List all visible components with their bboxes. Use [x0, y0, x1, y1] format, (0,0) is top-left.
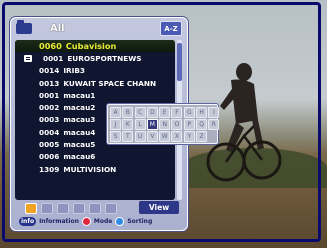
channel-name: macau5 [63, 140, 96, 150]
list-title: All [50, 22, 65, 34]
key-a[interactable]: A [110, 107, 121, 118]
key-v[interactable]: V [146, 131, 158, 142]
channel-row[interactable]: 0014 IRIB3 [15, 65, 175, 77]
key-y[interactable]: Y [183, 131, 195, 142]
key-j[interactable]: J [110, 119, 121, 130]
channel-number: 0013 [39, 78, 60, 88]
channel-number: 0014 [39, 66, 60, 76]
channel-name: macau1 [63, 90, 96, 100]
key-t[interactable]: T [122, 131, 134, 142]
channel-name: macau6 [63, 152, 96, 162]
key-b[interactable]: B [122, 107, 134, 118]
channel-number: 0003 [39, 115, 60, 125]
key-w[interactable]: W [159, 131, 171, 142]
key-x[interactable]: X [171, 131, 183, 142]
key-n[interactable]: N [159, 119, 171, 130]
sort-az-button[interactable]: A-Z [160, 21, 182, 36]
channel-name: MULTIVISION [63, 164, 117, 174]
channel-number: 0001 [39, 90, 60, 100]
lock-icon [24, 55, 32, 63]
channel-number: 1309 [39, 164, 60, 174]
key-f[interactable]: F [171, 107, 183, 118]
info-label: Information [39, 217, 79, 225]
channel-number: 0005 [39, 140, 60, 150]
scrollbar-thumb[interactable] [177, 43, 182, 81]
key-p[interactable]: P [183, 119, 195, 130]
key-q[interactable]: Q [196, 119, 208, 130]
channel-row[interactable]: 0001 macau1 [15, 89, 175, 101]
alphabet-keypad: ABCDEFGHI JKLMNOPQR STUVWXYZ [107, 104, 220, 144]
edit-icon[interactable] [73, 202, 85, 214]
channel-number: 0001 [43, 53, 64, 63]
channel-name: macau4 [63, 127, 96, 137]
key-s[interactable]: S [110, 131, 121, 142]
channel-name: IRIB3 [63, 66, 86, 76]
channel-row[interactable]: 0060 Cubavision [15, 40, 175, 53]
blue-key-icon [115, 216, 125, 226]
channel-number: 0004 [39, 127, 60, 137]
list-toolbar: View [25, 201, 181, 215]
key-k[interactable]: K [122, 119, 134, 130]
view-button[interactable]: View [139, 201, 179, 214]
delete-icon[interactable] [41, 202, 53, 214]
rename-icon[interactable] [105, 202, 117, 214]
key-z[interactable]: Z [196, 131, 208, 142]
channel-number: 0006 [39, 152, 60, 162]
key-e[interactable]: E [159, 107, 171, 118]
mode-label: Mode [93, 217, 113, 225]
key-m[interactable]: M [146, 119, 158, 130]
key-r[interactable]: R [208, 119, 220, 130]
folder-icon [16, 19, 32, 34]
lock-icon[interactable] [89, 202, 101, 214]
key-h[interactable]: H [196, 107, 208, 118]
key-o[interactable]: O [171, 119, 183, 130]
key-i[interactable]: I [208, 107, 220, 118]
channel-row[interactable]: 0006 macau6 [15, 151, 175, 163]
red-key-icon [81, 216, 91, 226]
key-d[interactable]: D [146, 107, 158, 118]
help-bar: info Information Mode Sorting [19, 215, 152, 227]
channel-name: macau3 [63, 115, 96, 125]
channel-number: 0060 [39, 41, 62, 52]
key-l[interactable]: L [134, 119, 146, 130]
favorite-icon[interactable] [25, 202, 37, 214]
channel-row[interactable]: 0001 EUROSPORTNEWS [15, 52, 175, 64]
key-g[interactable]: G [183, 107, 195, 118]
key-c[interactable]: C [134, 107, 146, 118]
channel-name: KUWAIT SPACE CHANN [63, 78, 157, 88]
move-icon[interactable] [57, 202, 69, 214]
channel-name: EUROSPORTNEWS [67, 53, 142, 63]
channel-row[interactable]: 1309 MULTIVISION [15, 163, 175, 175]
key-u[interactable]: U [134, 131, 146, 142]
list-header: All A-Z [14, 19, 184, 36]
channel-name: macau2 [63, 103, 96, 113]
channel-name: Cubavision [65, 41, 117, 52]
channel-row[interactable]: 0013 KUWAIT SPACE CHANN [15, 77, 175, 89]
channel-number: 0002 [39, 103, 60, 113]
sort-label: Sorting [127, 217, 153, 225]
info-key-icon: info [19, 216, 37, 226]
